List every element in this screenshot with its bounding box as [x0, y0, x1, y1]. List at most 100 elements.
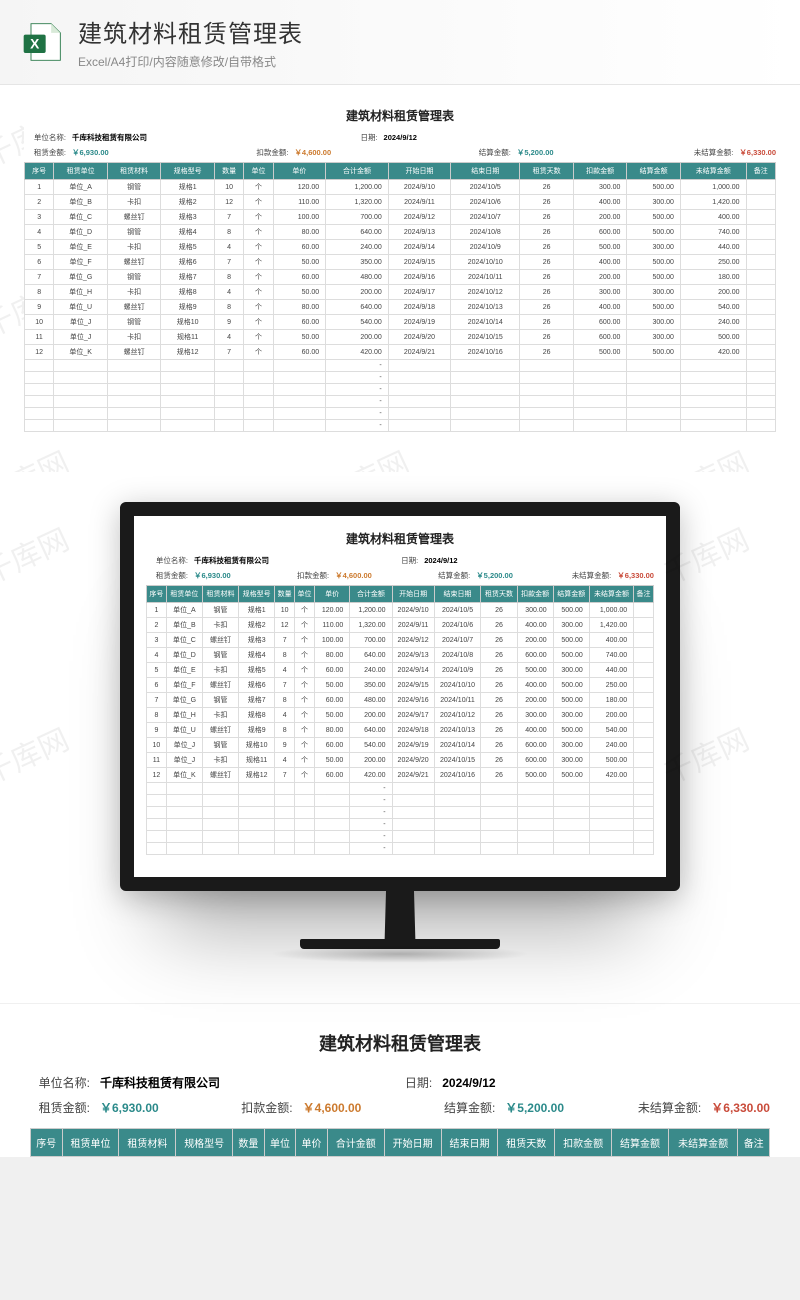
table-row: 7单位_G钢管规格7 8个60.00480.00 2024/9/162024/1…: [147, 693, 654, 708]
table-row: 12单位_K螺丝钉规格12 7个60.00420.00 2024/9/21202…: [25, 345, 776, 360]
table-row: 11单位_J卡扣规格11 4个50.00200.00 2024/9/202024…: [25, 330, 776, 345]
table-row: 8单位_H卡扣规格8 4个50.00200.00 2024/9/172024/1…: [25, 285, 776, 300]
col-header: 扣款金额: [573, 163, 627, 180]
col-header: 租赁单位: [166, 586, 202, 603]
table-row-empty: -: [25, 384, 776, 396]
col-header: 数量: [233, 1129, 265, 1157]
table-row: 10单位_J钢管规格10 9个60.00540.00 2024/9/192024…: [147, 738, 654, 753]
monitor-preview-area: 千库网 千库网 千库网 千库网 千库网 千库网 建筑材料租赁管理表 单位名称: …: [0, 472, 800, 1003]
sheet-title: 建筑材料租赁管理表: [30, 1024, 770, 1070]
col-header: 合计金额: [326, 163, 389, 180]
table-row: 9单位_U螺丝钉规格9 8个80.00640.00 2024/9/182024/…: [25, 300, 776, 315]
col-header: 单价: [296, 1129, 328, 1157]
data-table: 序号租赁单位租赁材料规格型号数量单位单价合计金额开始日期结束日期租赁天数扣款金额…: [30, 1128, 770, 1157]
info-row-2: 租赁金额: ￥6,930.00 扣款金额: ￥4,600.00 结算金额: ￥5…: [30, 1095, 770, 1120]
table-row: 6单位_F螺丝钉规格6 7个50.00350.00 2024/9/152024/…: [147, 678, 654, 693]
spreadsheet-monitor: 建筑材料租赁管理表 单位名称: 千库科技租赁有限公司 日期: 2024/9/12…: [146, 526, 654, 855]
col-header: 规格型号: [239, 586, 275, 603]
col-header: 数量: [275, 586, 295, 603]
col-header: 扣款金额: [555, 1129, 612, 1157]
table-row: 8单位_H卡扣规格8 4个50.00200.00 2024/9/172024/1…: [147, 708, 654, 723]
info-row-2: 租赁金额: ￥6,930.00 扣款金额: ￥4,600.00 结算金额: ￥5…: [24, 145, 776, 160]
col-header: 单位: [295, 586, 315, 603]
monitor-mockup: 建筑材料租赁管理表 单位名称: 千库科技租赁有限公司 日期: 2024/9/12…: [120, 502, 680, 963]
data-table: 序号租赁单位租赁材料规格型号数量单位单价合计金额开始日期结束日期租赁天数扣款金额…: [146, 585, 654, 855]
preview-sheet-area: 千库网 千库网 千库网 千库网 千库网 千库网 千库网 千库网 千库网 建筑材料…: [0, 85, 800, 472]
table-row: 1单位_A钢管规格1 10个120.001,200.00 2024/9/1020…: [25, 180, 776, 195]
template-title: 建筑材料租赁管理表: [78, 14, 303, 49]
table-row-empty: -: [147, 783, 654, 795]
col-header: 结算金额: [553, 586, 589, 603]
table-row: 3单位_C螺丝钉规格3 7个100.00700.00 2024/9/122024…: [147, 633, 654, 648]
col-header: 开始日期: [392, 586, 434, 603]
col-header: 序号: [25, 163, 54, 180]
info-row-2: 租赁金额: ￥6,930.00 扣款金额: ￥4,600.00 结算金额: ￥5…: [146, 568, 654, 583]
table-row: 4单位_D钢管规格4 8个80.00640.00 2024/9/132024/1…: [25, 225, 776, 240]
col-header: 规格型号: [161, 163, 215, 180]
col-header: 序号: [31, 1129, 63, 1157]
col-header: 备注: [746, 163, 775, 180]
table-row-empty: -: [147, 831, 654, 843]
table-row-empty: -: [25, 408, 776, 420]
col-header: 备注: [634, 586, 654, 603]
col-header: 结算金额: [612, 1129, 669, 1157]
col-header: 序号: [147, 586, 167, 603]
col-header: 规格型号: [176, 1129, 233, 1157]
table-row: 7单位_G钢管规格7 8个60.00480.00 2024/9/162024/1…: [25, 270, 776, 285]
table-row: 5单位_E卡扣规格5 4个60.00240.00 2024/9/142024/1…: [147, 663, 654, 678]
col-header: 数量: [214, 163, 243, 180]
col-header: 合计金额: [350, 586, 392, 603]
table-row-empty: -: [25, 360, 776, 372]
col-header: 结束日期: [451, 163, 520, 180]
col-header: 租赁天数: [498, 1129, 555, 1157]
col-header: 租赁单位: [54, 163, 108, 180]
col-header: 开始日期: [388, 163, 450, 180]
info-row-1: 单位名称: 千库科技租赁有限公司 日期: 2024/9/12: [24, 130, 776, 145]
spreadsheet-top: 建筑材料租赁管理表 单位名称: 千库科技租赁有限公司 日期: 2024/9/12…: [24, 103, 776, 432]
sheet-title: 建筑材料租赁管理表: [24, 103, 776, 130]
col-header: 单价: [273, 163, 326, 180]
table-row-empty: -: [25, 372, 776, 384]
table-row-empty: -: [25, 420, 776, 432]
sheet-title: 建筑材料租赁管理表: [146, 526, 654, 553]
table-row: 9单位_U螺丝钉规格9 8个80.00640.00 2024/9/182024/…: [147, 723, 654, 738]
table-row: 12单位_K螺丝钉规格12 7个60.00420.00 2024/9/21202…: [147, 768, 654, 783]
monitor-screen: 建筑材料租赁管理表 单位名称: 千库科技租赁有限公司 日期: 2024/9/12…: [120, 502, 680, 891]
col-header: 单位: [244, 163, 273, 180]
col-header: 备注: [738, 1129, 770, 1157]
col-header: 合计金额: [327, 1129, 384, 1157]
monitor-stand: [365, 891, 435, 941]
table-row: 4单位_D钢管规格4 8个80.00640.00 2024/9/132024/1…: [147, 648, 654, 663]
col-header: 租赁单位: [62, 1129, 119, 1157]
col-header: 租赁材料: [107, 163, 161, 180]
col-header: 单位: [264, 1129, 296, 1157]
col-header: 未结算金额: [680, 163, 746, 180]
table-row: 5单位_E卡扣规格5 4个60.00240.00 2024/9/142024/1…: [25, 240, 776, 255]
template-header: X 建筑材料租赁管理表 Excel/A4打印/内容随意修改/自带格式: [0, 0, 800, 85]
col-header: 租赁天数: [520, 163, 574, 180]
bottom-cropped-sheet: 建筑材料租赁管理表 单位名称: 千库科技租赁有限公司 日期: 2024/9/12…: [0, 1003, 800, 1157]
table-row-empty: -: [25, 396, 776, 408]
table-row-empty: -: [147, 819, 654, 831]
table-row: 3单位_C螺丝钉规格3 7个100.00700.00 2024/9/122024…: [25, 210, 776, 225]
svg-text:X: X: [30, 36, 40, 51]
col-header: 扣款金额: [517, 586, 553, 603]
table-row: 2单位_B卡扣规格2 12个110.001,320.00 2024/9/1120…: [147, 618, 654, 633]
col-header: 结束日期: [434, 586, 481, 603]
spreadsheet-bottom: 建筑材料租赁管理表 单位名称: 千库科技租赁有限公司 日期: 2024/9/12…: [30, 1024, 770, 1157]
col-header: 未结算金额: [668, 1129, 737, 1157]
template-subtitle: Excel/A4打印/内容随意修改/自带格式: [78, 53, 303, 70]
col-header: 结束日期: [441, 1129, 498, 1157]
table-row-empty: -: [147, 807, 654, 819]
col-header: 租赁材料: [119, 1129, 176, 1157]
table-row: 11单位_J卡扣规格11 4个50.00200.00 2024/9/202024…: [147, 753, 654, 768]
col-header: 租赁材料: [202, 586, 238, 603]
info-row-1: 单位名称: 千库科技租赁有限公司 日期: 2024/9/12: [30, 1070, 770, 1095]
info-row-1: 单位名称: 千库科技租赁有限公司 日期: 2024/9/12: [146, 553, 654, 568]
excel-icon: X: [20, 20, 64, 64]
data-table: 序号租赁单位租赁材料规格型号数量单位单价合计金额开始日期结束日期租赁天数扣款金额…: [24, 162, 776, 432]
table-row: 6单位_F螺丝钉规格6 7个50.00350.00 2024/9/152024/…: [25, 255, 776, 270]
table-row: 10单位_J钢管规格10 9个60.00540.00 2024/9/192024…: [25, 315, 776, 330]
table-row-empty: -: [147, 795, 654, 807]
table-row: 2单位_B卡扣规格2 12个110.001,320.00 2024/9/1120…: [25, 195, 776, 210]
